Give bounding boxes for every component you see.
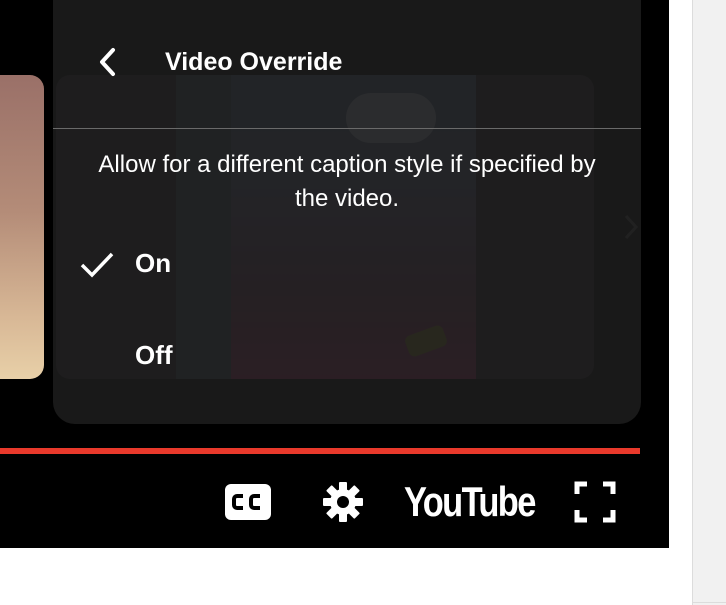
option-on[interactable]: On	[53, 234, 641, 294]
right-panel	[692, 0, 726, 605]
option-off[interactable]: Off	[53, 326, 641, 386]
gear-icon[interactable]	[318, 480, 368, 524]
menu-title: Video Override	[165, 48, 343, 76]
closed-captions-icon[interactable]	[222, 480, 274, 524]
checkmark-icon	[79, 250, 115, 280]
menu-description: Allow for a different caption style if s…	[98, 151, 596, 212]
panel-divider	[693, 602, 726, 603]
video-player[interactable]: Video Override Allow for a different cap…	[0, 0, 669, 548]
option-label: Off	[135, 340, 173, 370]
player-controls: YouTube	[0, 470, 669, 534]
youtube-logo[interactable]: YouTube	[404, 476, 536, 528]
previous-video-thumbnail[interactable]	[0, 75, 44, 379]
fullscreen-icon[interactable]	[570, 478, 620, 526]
option-label: On	[135, 248, 172, 278]
menu-header: Video Override	[53, 30, 641, 94]
caption-settings-menu: Video Override Allow for a different cap…	[53, 0, 641, 424]
progress-bar[interactable]	[0, 448, 640, 454]
menu-divider	[53, 128, 641, 129]
back-arrow-icon[interactable]	[91, 44, 125, 80]
